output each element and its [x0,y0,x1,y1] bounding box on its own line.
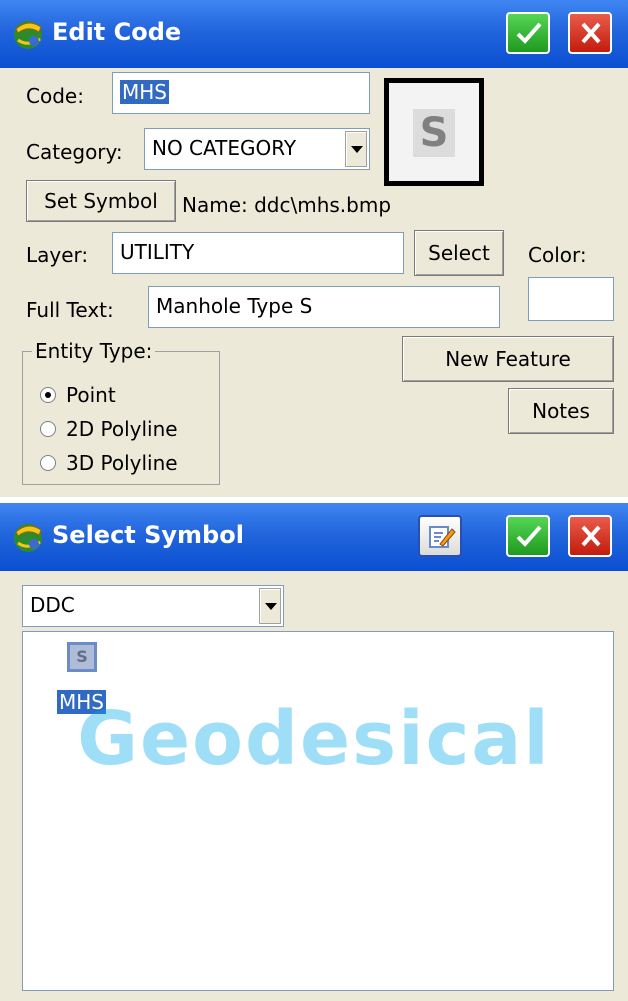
code-input[interactable]: MHS [112,72,370,114]
entity-type-legend: Entity Type: [32,339,156,363]
radio-3d-polyline-label[interactable]: 3D Polyline [66,451,178,475]
title-bar: Select Symbol [0,503,628,571]
radio-2d-polyline-label[interactable]: 2D Polyline [66,417,178,441]
ok-button[interactable] [506,515,550,557]
library-value: DDC [30,593,75,617]
symbol-item-mhs-label[interactable]: MHS [57,690,106,714]
radio-point[interactable] [40,387,56,403]
close-icon [581,525,601,547]
checkmark-icon [516,22,542,44]
set-symbol-button[interactable]: Set Symbol [26,180,176,222]
layer-label: Layer: [26,243,89,267]
layer-value: UTILITY [120,240,195,264]
chevron-down-icon[interactable] [259,588,281,624]
symbol-preview-glyph: S [413,109,455,157]
code-label: Code: [26,84,84,108]
radio-3d-polyline[interactable] [40,455,56,471]
dialog-title: Select Symbol [52,521,244,549]
color-swatch[interactable] [528,277,614,321]
full-text-input[interactable]: Manhole Type S [148,286,500,328]
color-label: Color: [528,243,587,267]
dialog-title: Edit Code [52,18,182,46]
notes-button[interactable]: Notes [508,388,614,434]
select-layer-button[interactable]: Select [414,230,504,276]
edit-code-dialog: Edit Code Code: MHS S Category: NO CATEG… [0,0,628,497]
category-dropdown[interactable]: NO CATEGORY [144,128,370,170]
new-feature-button[interactable]: New Feature [402,336,614,382]
library-dropdown[interactable]: DDC [22,585,284,627]
symbol-preview: S [384,78,484,186]
checkmark-icon [516,525,542,547]
app-logo-icon [14,524,42,552]
ok-button[interactable] [506,12,550,54]
symbol-name: Name: ddc\mhs.bmp [182,193,392,217]
category-value: NO CATEGORY [152,136,297,160]
symbol-list[interactable]: S MHS [22,631,614,991]
edit-symbol-button[interactable] [418,515,462,557]
symbol-item-mhs-icon[interactable]: S [67,642,97,672]
category-label: Category: [26,140,123,164]
chevron-down-icon[interactable] [345,131,367,167]
cancel-button[interactable] [568,12,612,54]
close-icon [581,22,601,44]
title-bar: Edit Code [0,0,628,68]
select-symbol-dialog: Select Symbol DDC S MHS [0,503,628,1001]
symbol-item-mhs-glyph: S [70,645,94,669]
full-text-value: Manhole Type S [156,294,313,318]
edit-pencil-icon [429,526,456,548]
radio-point-label[interactable]: Point [66,383,116,407]
layer-input[interactable]: UTILITY [112,232,404,274]
cancel-button[interactable] [568,515,612,557]
code-value: MHS [120,80,169,104]
app-logo-icon [14,21,42,49]
radio-2d-polyline[interactable] [40,421,56,437]
full-text-label: Full Text: [26,298,114,322]
